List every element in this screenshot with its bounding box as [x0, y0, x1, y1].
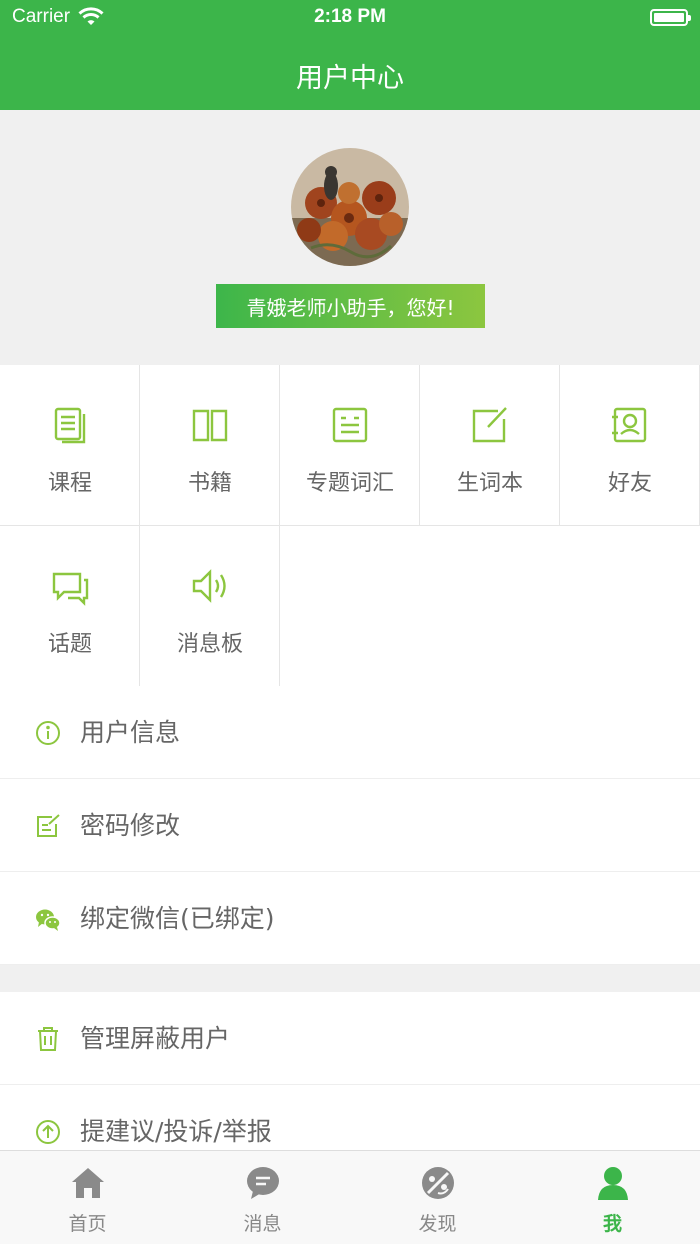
grid-item-topics[interactable]: 话题 [0, 526, 140, 687]
home-icon [72, 1168, 104, 1198]
menu-item-label: 管理屏蔽用户 [80, 1024, 231, 1053]
page-title: 用户中心 [296, 63, 404, 94]
grid-item-label: 生词本 [456, 471, 523, 496]
tab-messages[interactable]: 消息 [175, 1151, 350, 1244]
grid-item-books[interactable]: 书籍 [140, 365, 280, 526]
app-header: Carrier 2:18 PM 用户中心 [0, 0, 700, 110]
grid-item-courses[interactable]: 课程 [0, 365, 140, 526]
menu-item-label: 绑定微信(已绑定) [80, 904, 275, 933]
tab-label: 发现 [418, 1213, 457, 1235]
menu-item-label: 密码修改 [80, 811, 181, 840]
status-bar: Carrier 2:18 PM [0, 0, 700, 36]
upload-circle-icon [36, 1120, 60, 1144]
account-menu: 用户信息 密码修改 绑定微信(已绑定) [0, 686, 700, 965]
grid-item-label: 话题 [47, 632, 92, 657]
user-icon [598, 1167, 628, 1200]
grid-item-message-board[interactable]: 消息板 [140, 526, 280, 687]
book-icon [192, 409, 228, 442]
tab-discover[interactable]: 发现 [350, 1151, 525, 1244]
section-divider [0, 965, 700, 992]
status-time: 2:18 PM [314, 6, 386, 27]
discover-icon [422, 1167, 454, 1199]
trash-icon [38, 1027, 58, 1051]
grid-item-topic-vocab[interactable]: 专题词汇 [280, 365, 420, 526]
vocabulary-icon [332, 407, 368, 443]
battery-icon [650, 9, 691, 26]
tab-label: 我 [602, 1213, 622, 1235]
contacts-icon [612, 407, 647, 443]
grid-item-label: 专题词汇 [305, 471, 394, 496]
message-icon [247, 1167, 279, 1199]
edit-icon [37, 814, 60, 837]
profile-section: 青娥老师小助手，您好! [0, 110, 700, 365]
notebook-edit-icon [472, 407, 507, 443]
tab-label: 消息 [243, 1213, 282, 1235]
avatar[interactable] [291, 148, 409, 266]
menu-item-change-password[interactable]: 密码修改 [0, 779, 700, 872]
document-icon [54, 407, 86, 444]
chat-bubbles-icon [52, 572, 89, 606]
grid-item-label: 消息板 [176, 632, 243, 657]
tab-home[interactable]: 首页 [0, 1151, 175, 1244]
wechat-icon [36, 909, 61, 931]
feature-grid: 课程 书籍 专题词汇 生词本 好友 话题 消息板 [0, 365, 700, 687]
grid-item-label: 书籍 [187, 471, 232, 496]
grid-item-label: 好友 [607, 471, 652, 496]
menu-item-manage-blocked[interactable]: 管理屏蔽用户 [0, 992, 700, 1085]
speaker-icon [192, 569, 226, 603]
menu-item-user-info[interactable]: 用户信息 [0, 686, 700, 779]
grid-item-wordbook[interactable]: 生词本 [420, 365, 560, 526]
info-icon [36, 721, 60, 745]
grid-item-friends[interactable]: 好友 [560, 365, 700, 526]
tab-me[interactable]: 我 [525, 1151, 700, 1244]
tab-bar: 首页 消息 发现 我 [0, 1150, 700, 1244]
menu-item-bind-wechat[interactable]: 绑定微信(已绑定) [0, 872, 700, 965]
menu-item-label: 用户信息 [80, 718, 181, 747]
tab-label: 首页 [68, 1213, 107, 1235]
grid-item-label: 课程 [47, 471, 92, 496]
greeting-banner: 青娥老师小助手，您好! [216, 284, 485, 328]
